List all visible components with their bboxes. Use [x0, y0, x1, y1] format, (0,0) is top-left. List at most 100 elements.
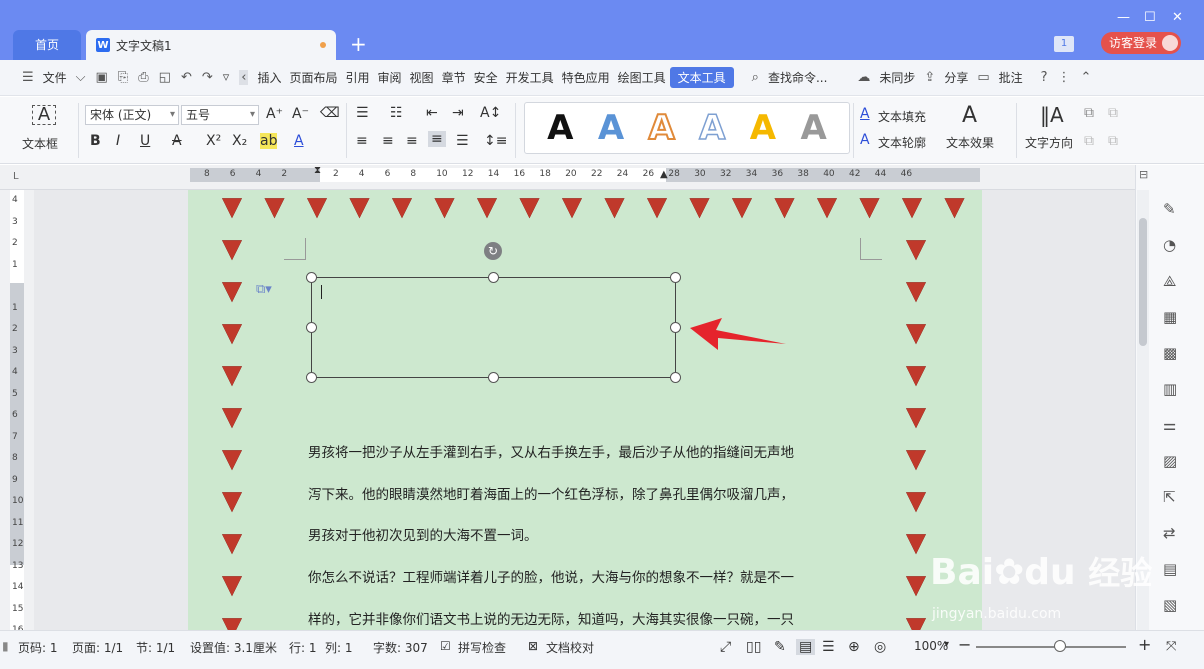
edit-view-icon[interactable]: ✎ [774, 639, 786, 655]
resize-handle[interactable] [488, 372, 499, 383]
hamburger-icon[interactable]: ☰ [22, 70, 34, 85]
text-direction-icon[interactable]: ‖A [1040, 103, 1064, 127]
shapes-icon[interactable]: ◔ [1163, 236, 1176, 254]
highlight-icon[interactable]: ab [260, 133, 278, 149]
zoom-slider-knob[interactable] [1054, 640, 1066, 652]
redo-icon[interactable]: ↷ [202, 70, 213, 85]
indent-marker-icon[interactable]: ⧗ [314, 165, 321, 176]
prev-textbox-icon[interactable]: ⧉ [1084, 133, 1094, 149]
preview-icon[interactable]: ◱ [159, 70, 171, 85]
text-effect-button[interactable]: 文本效果 [946, 134, 994, 151]
tab-document[interactable]: W 文字文稿1 [86, 30, 336, 60]
new-tab-icon[interactable]: + [350, 32, 367, 56]
style-black[interactable]: A [547, 111, 573, 145]
style-orange-outline[interactable]: A [647, 110, 675, 146]
bold-icon[interactable]: B [90, 133, 101, 149]
image-icon[interactable]: ▨ [1163, 452, 1177, 470]
vertical-ruler[interactable]: 432112345678910111213141516 [0, 190, 34, 635]
paragraph-line[interactable]: 男孩将一把沙子从左手灌到右手，又从右手换左手，最后沙子从他的指缝间无声地 [308, 441, 794, 461]
status-col[interactable]: 列: 1 [325, 639, 353, 656]
text-direction-small-icon[interactable]: A↕ [480, 105, 501, 121]
distribute-icon[interactable]: ☰ [456, 133, 469, 149]
paragraph-line[interactable]: 男孩对于他初次见到的大海不置一词。 [308, 524, 538, 544]
zoom-dropdown-icon[interactable]: ▾ [944, 639, 949, 650]
subscript-icon[interactable]: X₂ [232, 133, 247, 149]
resize-handle[interactable] [306, 272, 317, 283]
export-icon[interactable]: ⎘ [118, 70, 128, 85]
style-icon[interactable]: ⟁ [1163, 272, 1176, 290]
pen-icon[interactable]: ✎ [1163, 200, 1176, 218]
break-link-icon[interactable]: ⧉ [1108, 105, 1118, 121]
status-pages[interactable]: 页面: 1/1 [72, 639, 123, 656]
menu-references[interactable]: 引用 [342, 69, 374, 86]
align-left-icon[interactable]: ≡ [356, 133, 368, 149]
bullet-list-icon[interactable]: ☰ [356, 105, 369, 121]
sync-status[interactable]: 未同步 [875, 69, 919, 86]
text-outline-button[interactable]: 文本轮廓 [878, 134, 926, 151]
style-gold[interactable]: A [750, 111, 776, 145]
collapse-ribbon-icon[interactable]: ⌃ [1081, 70, 1092, 85]
command-search[interactable]: 查找命令... [764, 69, 831, 86]
text-fill-button[interactable]: 文本填充 [878, 108, 926, 125]
help-icon[interactable]: ? [1041, 70, 1048, 85]
menu-features[interactable]: 特色应用 [558, 69, 614, 86]
layout-options-icon[interactable]: ⧉▾ [256, 282, 272, 297]
decrease-indent-icon[interactable]: ⇤ [426, 105, 438, 121]
font-size-select[interactable]: 五号 [181, 105, 259, 125]
resize-handle[interactable] [670, 372, 681, 383]
split-view-icon[interactable]: ⊟ [1139, 168, 1148, 181]
style-blue-outline[interactable]: A [698, 110, 726, 146]
translate-icon[interactable]: ⇄ [1163, 524, 1176, 542]
more-icon[interactable]: ▿ [223, 70, 230, 85]
outline-view-icon[interactable]: ☰ [822, 639, 835, 655]
superscript-icon[interactable]: X² [206, 133, 221, 149]
archive-icon[interactable]: ▤ [1163, 560, 1177, 578]
gallery-icon[interactable]: ▧ [1163, 596, 1177, 614]
align-center-icon[interactable]: ≡ [382, 133, 394, 149]
textbox-icon[interactable]: A [32, 105, 56, 125]
maximize-icon[interactable]: ☐ [1144, 10, 1156, 25]
zoom-slider[interactable] [976, 646, 1126, 648]
style-blue[interactable]: A [598, 111, 624, 145]
text-direction-button[interactable]: 文字方向 [1025, 134, 1073, 151]
table-icon[interactable]: ▦ [1163, 308, 1177, 326]
menu-page-layout[interactable]: 页面布局 [286, 69, 342, 86]
export-side-icon[interactable]: ⇱ [1163, 488, 1176, 506]
print-icon[interactable]: ⎙ [138, 70, 148, 85]
next-textbox-icon[interactable]: ⧉ [1108, 133, 1118, 149]
selected-textbox[interactable] [311, 277, 676, 378]
tab-stop-icon[interactable]: L [13, 171, 19, 182]
text-outline-icon[interactable]: A [860, 132, 870, 148]
comment-button[interactable]: 批注 [995, 69, 1027, 86]
resize-handle[interactable] [306, 372, 317, 383]
web-view-icon[interactable]: ⊕ [848, 639, 860, 655]
document-page[interactable]: ▼ ▼ ▼ ▼ ▼ ▼ ▼ ▼ ▼ ▼ ▼ ▼ ▼ ▼ ▼ ▼ ▼ ▼ ▼ ▼ ▼ ▼ ▼ ▼ ▼ ▼ ▼ ▼ ▼ ▼ ▼ ▼ ▼ ▼ ▼ ▼ ▼ ▼ ⧉… [188, 190, 982, 630]
chart-icon[interactable]: ▥ [1163, 380, 1177, 398]
status-word-count[interactable]: 字数: 307 [373, 639, 428, 656]
minimize-icon[interactable]: — [1117, 10, 1130, 25]
fit-page-icon[interactable]: ⤧ [1166, 639, 1176, 654]
zoom-out-icon[interactable]: − [958, 635, 971, 654]
window-count-badge[interactable]: 1 [1054, 36, 1074, 52]
scroll-left-icon[interactable]: ‹ [239, 70, 249, 85]
link-textbox-icon[interactable]: ⧉ [1084, 105, 1094, 121]
scrollbar-thumb[interactable] [1139, 218, 1147, 346]
menu-file[interactable]: 文件 [39, 69, 71, 86]
paragraph-line[interactable]: 泻下来。他的眼睛漠然地盯着海面上的一个红色浮标，除了鼻孔里偶尔吸溜几声， [308, 483, 794, 503]
menu-section[interactable]: 章节 [438, 69, 470, 86]
numbered-list-icon[interactable]: ☷ [390, 105, 403, 121]
menu-security[interactable]: 安全 [470, 69, 502, 86]
status-row[interactable]: 行: 1 [289, 639, 317, 656]
increase-indent-icon[interactable]: ⇥ [452, 105, 464, 121]
justify-icon[interactable]: ≡ [428, 131, 446, 147]
share-button[interactable]: 分享 [940, 69, 972, 86]
rotate-handle-icon[interactable]: ↻ [484, 242, 502, 260]
textbox-label[interactable]: 文本框 [22, 135, 58, 152]
align-right-icon[interactable]: ≡ [406, 133, 418, 149]
undo-icon[interactable]: ↶ [181, 70, 192, 85]
grow-font-icon[interactable]: A⁺ [266, 106, 283, 122]
tab-home[interactable]: 首页 [13, 30, 81, 60]
resize-handle[interactable] [670, 272, 681, 283]
menu-text-tools[interactable]: 文本工具 [669, 67, 734, 88]
paragraph-line[interactable]: 样的，它并非像你们语文书上说的无边无际，知道吗，大海其实很像一只碗，一只 [308, 608, 794, 628]
